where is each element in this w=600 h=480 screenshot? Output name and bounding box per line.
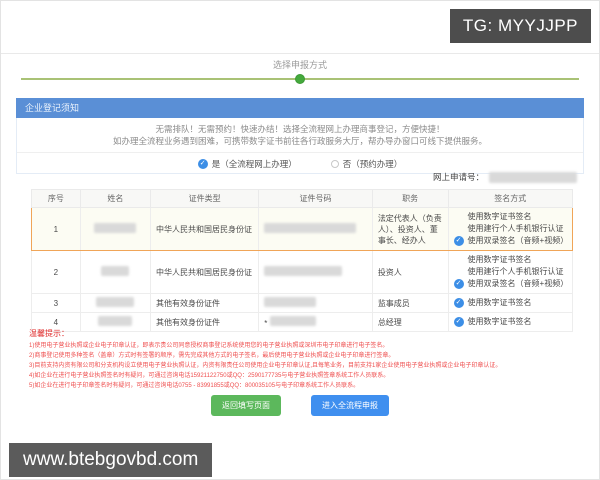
check-icon: ✓ — [453, 236, 464, 246]
sign-option[interactable]: 使用数字证书签名 — [454, 211, 567, 223]
notice-text: 无需排队！无需预约！快速办结！选择全流程网上办理商事登记，方便快捷！ 如办理全流… — [17, 118, 583, 153]
check-icon: ✓ — [453, 279, 464, 289]
sign-option-label: 使用双录签名（音频+视频） — [467, 236, 569, 245]
stepper-step-label: 选择申报方式 — [272, 60, 327, 70]
sign-option-label: 使用数字证书签名 — [467, 212, 532, 221]
site-watermark: www.btebgovbd.com — [9, 443, 213, 477]
panel-title: 企业登记须知 — [16, 98, 584, 118]
sign-option-label: 使用数字证书签名 — [467, 255, 532, 264]
cell-index: 2 — [31, 250, 81, 294]
col-header-index: 序号 — [31, 189, 81, 208]
telegram-watermark: TG: MYYJJPP — [449, 9, 591, 43]
col-header-name: 姓名 — [79, 189, 152, 208]
redacted-cert-no — [264, 297, 317, 307]
radio-appointment[interactable]: 否（预约办理） — [330, 158, 403, 170]
warm-tips-block: 温馨提示： 1)使用电子营业执照或企业电子印章认证，即表示贵公司同意授权商事登记… — [29, 328, 591, 391]
table-row: 1 中华人民共和国居民身份证 法定代表人（负责人）、投资人、董事长、经办人 使用… — [31, 207, 574, 251]
radio-unchecked-icon — [330, 160, 339, 168]
table-row: 2 中华人民共和国居民身份证 投资人 使用数字证书签名 使用建行个人手机银行认证… — [31, 250, 574, 294]
signer-table: 序号 姓名 证件类型 证件号码 职务 签名方式 1 中华人民共和国居民身份证 法… — [31, 189, 574, 332]
top-divider — [1, 53, 599, 54]
cell-duty: 法定代表人（负责人）、投资人、董事长、经办人 — [371, 207, 449, 251]
sign-option-label: 使用数字证书签名 — [467, 298, 532, 307]
cell-cert-type: 其他有效身份证件 — [150, 293, 260, 313]
radio-appointment-label: 否（预约办理） — [342, 159, 403, 169]
cell-cert-type: 中华人民共和国居民身份证 — [150, 250, 260, 294]
warm-tips-line-4: 4)如企业在进行电子营业执照签名时有疑问，可通过咨询电话15921122750或… — [29, 373, 390, 379]
cell-sign-methods: ✓ 使用数字证书签名 — [447, 293, 574, 313]
cell-name — [79, 207, 152, 251]
col-header-sign-method: 签名方式 — [447, 189, 574, 208]
sign-option[interactable]: 使用数字证书签名 — [454, 254, 567, 266]
redacted-cert-no — [264, 266, 343, 276]
sign-option-label: 使用建行个人手机银行认证 — [467, 224, 564, 233]
sign-option-label: 使用双录签名（音频+视频） — [467, 279, 569, 288]
notice-line-2: 如办理全流程业务遇到困难，可携带数字证书前往各行政服务大厅，帮办导办窗口可线下提… — [112, 136, 487, 146]
check-icon: ✓ — [453, 317, 464, 327]
cell-duty: 投资人 — [371, 250, 449, 294]
cell-sign-methods: 使用数字证书签名 使用建行个人手机银行认证 ✓ 使用双录签名（音频+视频） — [447, 250, 574, 294]
sign-option[interactable]: 使用建行个人手机银行认证 — [454, 266, 567, 278]
radio-checked-icon: ✓ — [197, 159, 208, 169]
back-to-form-button[interactable]: 返回填写页面 — [211, 395, 281, 416]
notice-panel: 无需排队！无需预约！快速办结！选择全流程网上办理商事登记，方便快捷！ 如办理全流… — [16, 118, 584, 174]
table-header-row: 序号 姓名 证件类型 证件号码 职务 签名方式 — [31, 189, 574, 208]
cell-index: 1 — [31, 207, 81, 251]
sign-option-selected[interactable]: ✓ 使用数字证书签名 — [453, 316, 567, 328]
cell-duty: 监事成员 — [371, 293, 449, 313]
cell-index: 3 — [31, 293, 81, 313]
sign-option-selected[interactable]: ✓ 使用双录签名（音频+视频） — [453, 235, 569, 247]
sign-option[interactable]: 使用建行个人手机银行认证 — [454, 223, 567, 235]
warm-tips-title: 温馨提示： — [29, 329, 69, 338]
sign-option-selected[interactable]: ✓ 使用双录签名（音频+视频） — [453, 278, 569, 290]
redacted-name — [94, 223, 137, 233]
cell-cert-type: 中华人民共和国居民身份证 — [150, 207, 260, 251]
sign-option-selected[interactable]: ✓ 使用数字证书签名 — [453, 297, 567, 309]
warm-tips-line-2: 2)商事登记使用多种签名（盖章）方式时有签署的顺序，需先完成其他方式的电子签名，… — [29, 353, 395, 359]
registration-page: TG: MYYJJPP 选择申报方式 企业登记须知 无需排队！无需预约！快速办结… — [0, 0, 600, 480]
cert-prefix: * — [264, 319, 268, 328]
application-number-label: 网上申请号： — [432, 172, 484, 182]
warm-tips-line-1: 1)使用电子营业执照或企业电子印章认证，即表示贵公司同意授权商事登记系统使用您的… — [29, 343, 389, 349]
radio-online-label: 是（全流程网上办理） — [211, 159, 297, 169]
warm-tips-line-3: 3)目前支持内资有限公司和分支机构设立使用电子营业执照认证，内资有限责任公司使用… — [29, 363, 502, 369]
cell-cert-no — [258, 293, 373, 313]
action-buttons: 返回填写页面 进入全流程申报 — [1, 395, 599, 416]
redacted-cert-no — [269, 316, 316, 326]
cell-sign-methods: 使用数字证书签名 使用建行个人手机银行认证 ✓ 使用双录签名（音频+视频） — [447, 207, 574, 251]
check-icon: ✓ — [453, 298, 464, 308]
col-header-cert-type: 证件类型 — [150, 189, 260, 208]
col-header-cert-no: 证件号码 — [258, 189, 373, 208]
redacted-name — [98, 316, 133, 326]
sign-option-label: 使用建行个人手机银行认证 — [467, 267, 564, 276]
sign-option-label: 使用数字证书签名 — [467, 317, 532, 326]
notice-line-1: 无需排队！无需预约！快速办结！选择全流程网上办理商事登记，方便快捷！ — [155, 124, 445, 134]
redacted-name — [101, 266, 130, 276]
redacted-application-number — [489, 171, 577, 183]
redacted-cert-no — [264, 223, 357, 233]
cell-name — [79, 250, 152, 294]
warm-tips-line-5: 5)如企业在进行电子印章签名时有疑问，可通过咨询电话0755 - 8399185… — [29, 383, 360, 389]
online-application-number: 网上申请号： — [433, 171, 577, 183]
col-header-duty: 职务 — [371, 189, 449, 208]
table-row: 3 其他有效身份证件 监事成员 ✓ 使用数字证书签名 — [31, 293, 574, 313]
enter-full-process-button[interactable]: 进入全流程申报 — [311, 395, 389, 416]
redacted-name — [96, 297, 135, 307]
cell-name — [79, 293, 152, 313]
cell-cert-no — [258, 250, 373, 294]
radio-online-full-process[interactable]: ✓ 是（全流程网上办理） — [197, 158, 297, 170]
cell-cert-no — [258, 207, 373, 251]
stepper-current-dot — [295, 74, 305, 84]
